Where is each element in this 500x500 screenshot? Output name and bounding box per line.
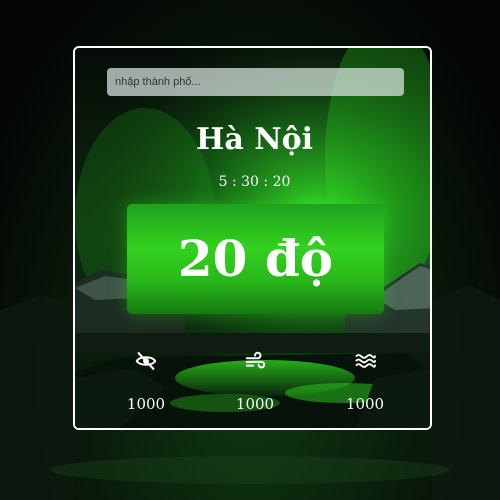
humidity-stat: 1000 (325, 348, 405, 418)
temperature-value: 20 độ (177, 229, 334, 288)
clock-display: 5 : 30 : 20 (218, 174, 291, 190)
wind-icon (245, 351, 266, 369)
city-name: Hà Nội (195, 122, 314, 157)
humidity-value: 1000 (345, 395, 385, 413)
weather-card: Hà Nội 5 : 30 : 20 20 độ 1000 1000 (73, 46, 432, 430)
temperature-panel: 20 độ (127, 204, 384, 314)
waves-icon (355, 354, 376, 368)
wind-stat: 1000 (215, 348, 295, 418)
city-search-input[interactable] (107, 68, 404, 96)
visibility-stat: 1000 (106, 348, 186, 418)
visibility-value: 1000 (126, 395, 166, 413)
weather-stats: 1000 1000 1000 (75, 348, 430, 418)
wind-value: 1000 (235, 395, 275, 413)
eye-slash-icon (135, 352, 157, 370)
